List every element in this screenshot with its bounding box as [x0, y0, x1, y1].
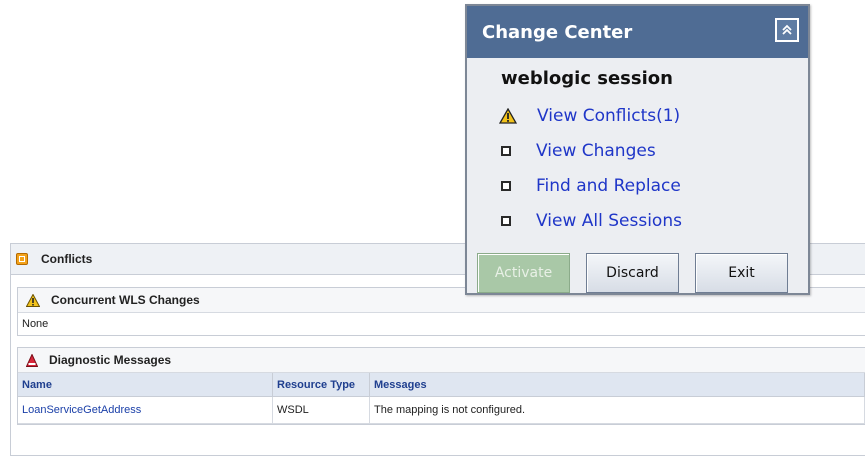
square-bullet-icon — [501, 180, 511, 191]
change-center-header: Change Center — [467, 6, 808, 58]
view-changes-item[interactable]: View Changes — [467, 133, 808, 168]
warning-icon — [26, 293, 40, 307]
conflicts-icon — [16, 253, 28, 265]
diagnostic-messages-header: Diagnostic Messages — [18, 348, 865, 373]
resource-name-link[interactable]: LoanServiceGetAddress — [22, 404, 141, 416]
diagnostic-messages-section: Diagnostic Messages Name Resource Type M… — [17, 347, 865, 425]
cell-message: The mapping is not configured. — [369, 396, 865, 424]
column-header-name[interactable]: Name — [18, 373, 273, 397]
change-center-buttons: Activate Discard Exit — [477, 253, 808, 293]
view-conflicts-link[interactable]: View Conflicts(1) — [537, 106, 680, 126]
warning-icon — [499, 107, 517, 124]
error-icon — [26, 353, 38, 367]
conflicts-title: Conflicts — [41, 252, 93, 266]
view-all-sessions-item[interactable]: View All Sessions — [467, 203, 808, 238]
collapse-button[interactable] — [775, 18, 799, 42]
column-header-resource-type[interactable]: Resource Type — [272, 373, 370, 397]
concurrent-changes-value: None — [22, 318, 49, 330]
discard-button[interactable]: Discard — [586, 253, 679, 293]
column-header-messages[interactable]: Messages — [369, 373, 865, 397]
diagnostic-messages-title: Diagnostic Messages — [49, 353, 172, 367]
change-center-links: View Conflicts(1) View Changes Find and … — [467, 98, 808, 238]
find-and-replace-item[interactable]: Find and Replace — [467, 168, 808, 203]
cell-name: LoanServiceGetAddress — [18, 396, 273, 424]
table-header-row: Name Resource Type Messages — [18, 373, 865, 397]
change-center-panel: Change Center weblogic session View Conf… — [465, 4, 810, 295]
find-and-replace-link[interactable]: Find and Replace — [536, 176, 681, 196]
exit-button[interactable]: Exit — [695, 253, 788, 293]
square-bullet-icon — [501, 215, 511, 226]
view-all-sessions-link[interactable]: View All Sessions — [536, 211, 682, 231]
chevron-up-icon — [782, 24, 792, 35]
diagnostic-messages-table: Name Resource Type Messages LoanServiceG… — [18, 373, 865, 424]
activate-button[interactable]: Activate — [477, 253, 570, 293]
change-center-title: Change Center — [482, 21, 633, 43]
view-changes-link[interactable]: View Changes — [536, 141, 656, 161]
cell-resource-type: WSDL — [272, 396, 370, 424]
view-conflicts-item[interactable]: View Conflicts(1) — [467, 98, 808, 133]
square-bullet-icon — [501, 145, 511, 156]
session-label: weblogic session — [501, 68, 673, 89]
concurrent-changes-title: Concurrent WLS Changes — [51, 293, 200, 307]
table-row: LoanServiceGetAddress WSDL The mapping i… — [18, 396, 865, 424]
